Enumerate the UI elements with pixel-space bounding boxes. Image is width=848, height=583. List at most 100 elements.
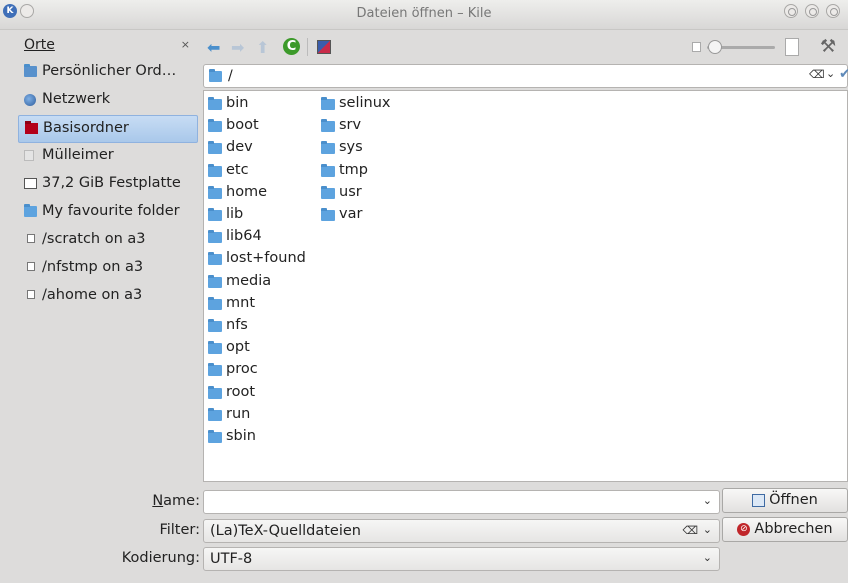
folder-icon — [208, 385, 222, 399]
clear-location-icon[interactable]: ⌫ — [809, 68, 825, 81]
location-bar[interactable]: / ⌫ ⌄ ✔ — [203, 64, 848, 88]
places-close-icon[interactable]: × — [181, 38, 190, 51]
up-icon[interactable]: ⬆ — [256, 38, 269, 57]
folder-icon — [208, 97, 222, 110]
encoding-dropdown-icon[interactable]: ⌄ — [703, 551, 712, 564]
file-name: lost+found — [226, 250, 306, 267]
file-name: boot — [226, 117, 259, 134]
folder-icon — [208, 208, 222, 221]
place-item[interactable]: Netzwerk — [18, 87, 198, 115]
folder-icon — [208, 363, 222, 377]
file-name: var — [339, 206, 363, 222]
encoding-value[interactable]: UTF-8 — [210, 551, 252, 567]
place-label: Mülleimer — [42, 147, 114, 163]
encoding-label: Kodierung: — [121, 550, 200, 566]
zoom-slider-handle[interactable] — [708, 40, 722, 54]
filter-combo[interactable]: (La)TeX-Quelldateien ⌫ ⌄ — [203, 519, 720, 543]
file-name: home — [226, 183, 268, 200]
places-title: Orte — [24, 37, 55, 53]
file-name: lib — [226, 206, 244, 222]
home-folder-icon — [24, 64, 37, 77]
open-icon — [752, 494, 766, 507]
folder-icon — [208, 230, 222, 244]
folder-icon — [321, 163, 335, 177]
place-item[interactable]: /ahome on a3 — [18, 283, 198, 311]
folder-icon — [321, 119, 335, 133]
network-icon — [24, 94, 36, 106]
file-name: nfs — [226, 317, 248, 333]
file-name: proc — [226, 361, 258, 378]
preview-icon[interactable] — [317, 40, 331, 54]
place-label: /nfstmp on a3 — [42, 259, 144, 275]
place-item[interactable]: My favourite folder — [18, 199, 198, 227]
place-item[interactable]: Mülleimer — [18, 143, 198, 171]
minimize-icon[interactable] — [784, 4, 798, 18]
file-name: bin — [226, 95, 249, 111]
place-item[interactable]: Persönlicher Ord… — [18, 59, 198, 87]
place-label: /scratch on a3 — [42, 231, 146, 247]
file-name: dev — [226, 139, 253, 156]
confirm-location-icon[interactable]: ✔ — [839, 66, 848, 82]
filter-dropdown-icon[interactable]: ⌄ — [703, 523, 712, 536]
file-view[interactable]: bin boot dev etc home lib lib64 lost+found media… — [203, 90, 848, 482]
place-item[interactable]: /nfstmp on a3 — [18, 255, 198, 283]
clear-filter-icon[interactable]: ⌫ — [682, 524, 698, 537]
back-icon[interactable]: ⬅ — [207, 38, 220, 57]
cancel-icon: ⊘ — [737, 523, 751, 536]
file-name: media — [226, 272, 272, 289]
folder-icon — [208, 319, 222, 332]
file-name: run — [226, 405, 251, 422]
reload-icon[interactable]: C — [283, 38, 300, 55]
filter-value[interactable]: (La)TeX-Quelldateien — [210, 523, 361, 539]
file-name: sys — [339, 139, 363, 156]
folder-icon — [208, 296, 222, 310]
close-icon[interactable] — [826, 4, 840, 18]
open-label: Öffnen — [769, 492, 818, 508]
places-header: Orte × — [18, 35, 198, 57]
name-dropdown-icon[interactable]: ⌄ — [703, 494, 712, 507]
folder-icon — [208, 163, 222, 177]
name-label: Name: — [152, 493, 200, 509]
place-item[interactable]: Basisordner — [18, 115, 198, 143]
mount-icon — [27, 234, 35, 243]
mount-icon — [27, 262, 35, 271]
location-path[interactable]: / — [228, 68, 233, 84]
toolbar-separator — [307, 38, 308, 56]
folder-icon — [208, 274, 222, 288]
file-name: mnt — [226, 294, 255, 311]
location-dropdown-icon[interactable]: ⌄ — [826, 67, 835, 80]
folder-icon — [208, 252, 222, 266]
root-folder-icon — [25, 121, 38, 134]
file-name: selinux — [339, 95, 391, 111]
place-item[interactable]: 37,2 GiB Festplatte — [18, 171, 198, 199]
harddisk-icon — [24, 178, 37, 189]
forward-icon[interactable]: ➡ — [231, 38, 244, 57]
file-name: lib64 — [226, 228, 262, 245]
cancel-label: Abbrechen — [754, 521, 833, 537]
encoding-combo[interactable]: UTF-8 ⌄ — [203, 547, 720, 571]
places-panel: Orte × Persönlicher Ord… Netzwerk Basisord… — [18, 35, 198, 475]
file-name: etc — [226, 161, 249, 178]
tools-icon[interactable]: ⚒ — [820, 36, 836, 57]
zoom-in-icon[interactable] — [785, 38, 799, 56]
filter-label: Filter: — [159, 522, 200, 538]
open-button[interactable]: Öffnen — [722, 488, 848, 513]
place-item[interactable]: /scratch on a3 — [18, 227, 198, 255]
folder-icon — [24, 204, 37, 217]
folder-icon — [208, 141, 222, 155]
folder-icon — [321, 97, 335, 110]
title-bar: K Dateien öffnen – Kile — [0, 0, 848, 30]
name-input[interactable]: ⌄ — [203, 490, 720, 514]
folder-icon — [208, 341, 222, 355]
folder-icon — [208, 430, 222, 443]
maximize-icon[interactable] — [805, 4, 819, 18]
folder-icon — [208, 185, 222, 199]
window-title: Dateien öffnen – Kile — [356, 6, 492, 21]
cancel-button[interactable]: ⊘ Abbrechen — [722, 517, 848, 542]
place-label: My favourite folder — [42, 203, 180, 219]
file-name: usr — [339, 183, 362, 200]
folder-icon — [208, 407, 222, 421]
file-name: srv — [339, 117, 362, 134]
folder-icon — [321, 141, 335, 155]
zoom-out-icon[interactable] — [692, 42, 701, 52]
